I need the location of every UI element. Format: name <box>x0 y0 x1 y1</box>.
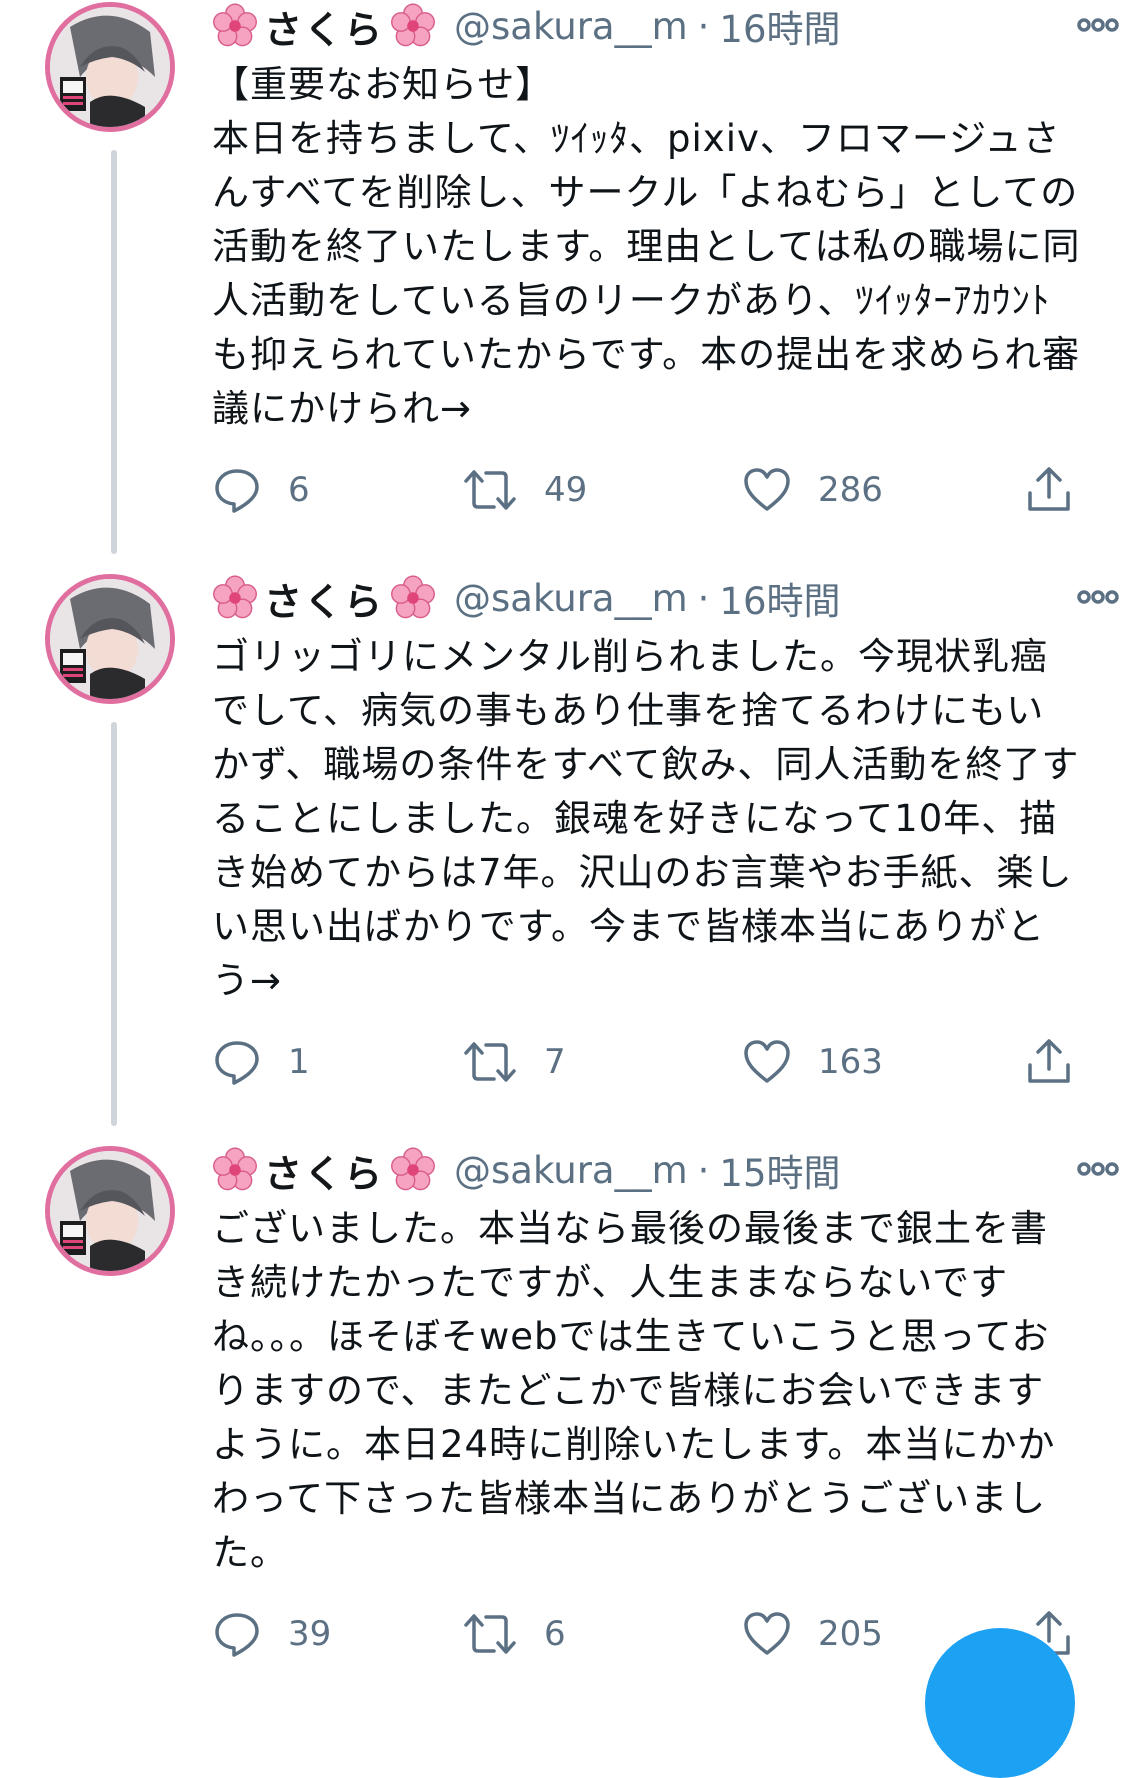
reply-button[interactable]: 6 <box>212 462 310 518</box>
tweet-header: さくら @sakura__m · 15時間 <box>212 1144 1082 1196</box>
tweet-actions: 6 49 286 <box>212 462 1082 518</box>
tweet-thread: さくら @sakura__m · 16時間 【重要なお知らせ】 本日を持ちまして… <box>0 0 1125 1778</box>
like-icon <box>744 1040 790 1083</box>
display-name[interactable]: さくら <box>264 1143 384 1198</box>
tweet-header: さくら @sakura__m · 16時間 <box>212 572 1082 624</box>
like-button[interactable]: 163 <box>742 1034 883 1090</box>
cherry-blossom-icon <box>212 1147 258 1193</box>
more-options-icon[interactable] <box>1075 1154 1121 1184</box>
tweet-header: さくら @sakura__m · 16時間 <box>212 0 1082 52</box>
avatar-image <box>50 579 170 699</box>
avatar[interactable] <box>45 2 175 132</box>
avatar-image <box>50 7 170 127</box>
like-icon <box>744 468 790 511</box>
tweet[interactable]: さくら @sakura__m · 15時間 ございました。本当なら最後の最後まで… <box>0 1144 1125 1684</box>
reply-button[interactable]: 39 <box>212 1606 331 1662</box>
avatar[interactable] <box>45 1146 175 1276</box>
retweet-icon <box>464 1042 516 1082</box>
display-name[interactable]: さくら <box>264 0 384 54</box>
share-icon <box>1028 467 1070 511</box>
like-count: 163 <box>818 1042 883 1082</box>
reply-button[interactable]: 1 <box>212 1034 310 1090</box>
timestamp[interactable]: 15時間 <box>719 1143 840 1197</box>
retweet-icon <box>464 470 516 510</box>
avatar[interactable] <box>45 574 175 704</box>
cherry-blossom-icon <box>390 3 436 49</box>
tweet-actions: 1 7 163 <box>212 1034 1082 1090</box>
retweet-count: 7 <box>544 1042 566 1082</box>
retweet-button[interactable]: 49 <box>462 462 587 518</box>
avatar-image <box>50 1151 170 1271</box>
tweet[interactable]: さくら @sakura__m · 16時間 ゴリッゴリにメンタル削られました。今… <box>0 572 1125 1144</box>
tweet-text: 【重要なお知らせ】 本日を持ちまして、ﾂｲｯﾀ、pixiv、フロマージュさんすべ… <box>212 63 1081 430</box>
share-icon <box>1028 1039 1070 1083</box>
display-name[interactable]: さくら <box>264 571 384 626</box>
like-count: 286 <box>818 470 883 510</box>
like-count: 205 <box>818 1614 883 1654</box>
thread-connector-line <box>111 722 117 1126</box>
more-options-icon[interactable] <box>1075 10 1121 40</box>
separator-dot: · <box>697 576 710 620</box>
retweet-count: 6 <box>544 1614 566 1654</box>
retweet-icon <box>464 1614 516 1654</box>
like-button[interactable]: 205 <box>742 1606 883 1662</box>
reply-icon <box>215 469 259 513</box>
like-icon <box>744 1612 790 1655</box>
cherry-blossom-icon <box>390 1147 436 1193</box>
user-handle[interactable]: @sakura__m <box>454 1149 688 1192</box>
reply-icon <box>215 1041 259 1085</box>
timestamp[interactable]: 16時間 <box>719 571 840 625</box>
cherry-blossom-icon <box>212 3 258 49</box>
cherry-blossom-icon <box>212 575 258 621</box>
retweet-button[interactable]: 6 <box>462 1606 566 1662</box>
reply-count: 1 <box>288 1042 310 1082</box>
compose-tweet-button[interactable] <box>925 1628 1075 1778</box>
tweet-text: ございました。本当なら最後の最後まで銀土を書き続けたかったですが、人生ままならな… <box>212 1207 1056 1574</box>
reply-count: 6 <box>288 470 310 510</box>
user-handle[interactable]: @sakura__m <box>454 577 688 620</box>
timestamp[interactable]: 16時間 <box>719 0 840 53</box>
share-button[interactable] <box>1024 462 1074 518</box>
separator-dot: · <box>697 4 710 48</box>
reply-count: 39 <box>288 1614 332 1654</box>
separator-dot: · <box>697 1148 710 1192</box>
tweet-text: ゴリッゴリにメンタル削られました。今現状乳癌でして、病気の事もあり仕事を捨てるわ… <box>212 635 1080 1002</box>
reply-icon <box>215 1613 259 1657</box>
share-button[interactable] <box>1024 1034 1074 1090</box>
thread-connector-line <box>111 150 117 554</box>
retweet-count: 49 <box>544 470 588 510</box>
user-handle[interactable]: @sakura__m <box>454 5 688 48</box>
more-options-icon[interactable] <box>1075 582 1121 612</box>
like-button[interactable]: 286 <box>742 462 883 518</box>
tweet[interactable]: さくら @sakura__m · 16時間 【重要なお知らせ】 本日を持ちまして… <box>0 0 1125 572</box>
retweet-button[interactable]: 7 <box>462 1034 566 1090</box>
cherry-blossom-icon <box>390 575 436 621</box>
